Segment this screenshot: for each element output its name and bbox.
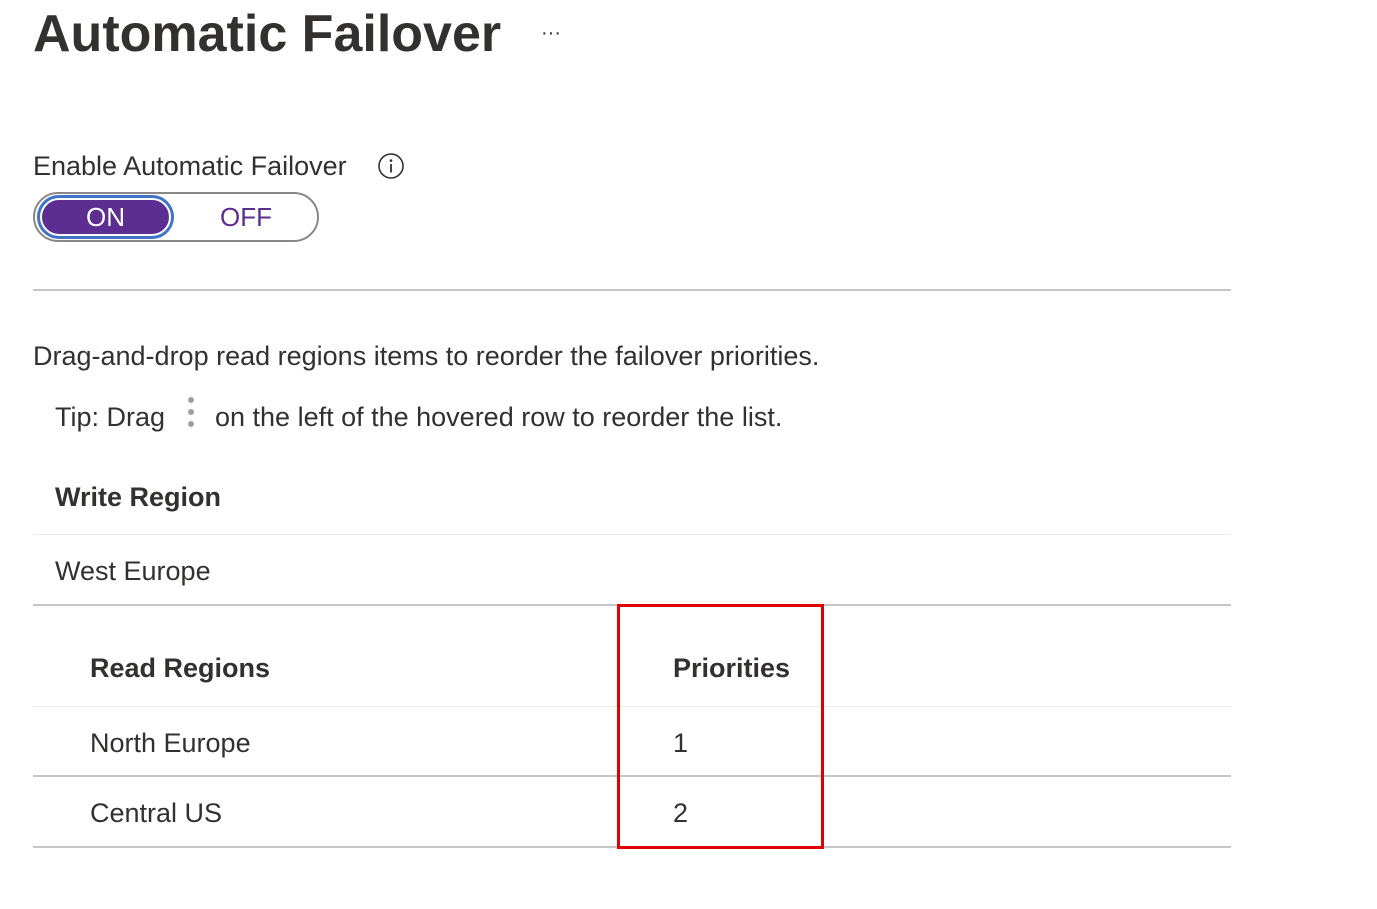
enable-failover-label: Enable Automatic Failover	[33, 151, 347, 181]
toggle-on-option[interactable]: ON	[40, 198, 171, 236]
write-region-header-divider	[33, 534, 1231, 535]
page-title: Automatic Failover	[33, 5, 502, 63]
section-divider	[33, 289, 1231, 291]
failover-toggle[interactable]: ON OFF	[33, 192, 319, 242]
tip-prefix: Tip: Drag	[55, 402, 166, 432]
row-divider	[33, 775, 1231, 777]
row-divider	[33, 846, 1231, 848]
toggle-off-option[interactable]: OFF	[180, 198, 312, 236]
drag-handle-icon	[188, 397, 194, 427]
priorities-highlight-box	[617, 604, 824, 849]
write-region-value: West Europe	[55, 556, 211, 586]
info-icon[interactable]	[377, 152, 405, 180]
read-regions-header: Read Regions	[90, 653, 271, 683]
read-regions-header-divider	[33, 706, 1231, 707]
read-region-priority: 2	[673, 798, 689, 828]
priorities-header: Priorities	[673, 653, 791, 683]
reorder-instructions: Drag-and-drop read regions items to reor…	[33, 341, 820, 371]
read-region-priority: 1	[673, 728, 689, 758]
write-region-header: Write Region	[55, 482, 222, 512]
tip-suffix: on the left of the hovered row to reorde…	[215, 402, 783, 432]
more-options-button[interactable]: ···	[534, 18, 568, 48]
read-region-name: Central US	[90, 798, 223, 828]
write-region-divider	[33, 604, 1231, 606]
read-region-name: North Europe	[90, 728, 251, 758]
